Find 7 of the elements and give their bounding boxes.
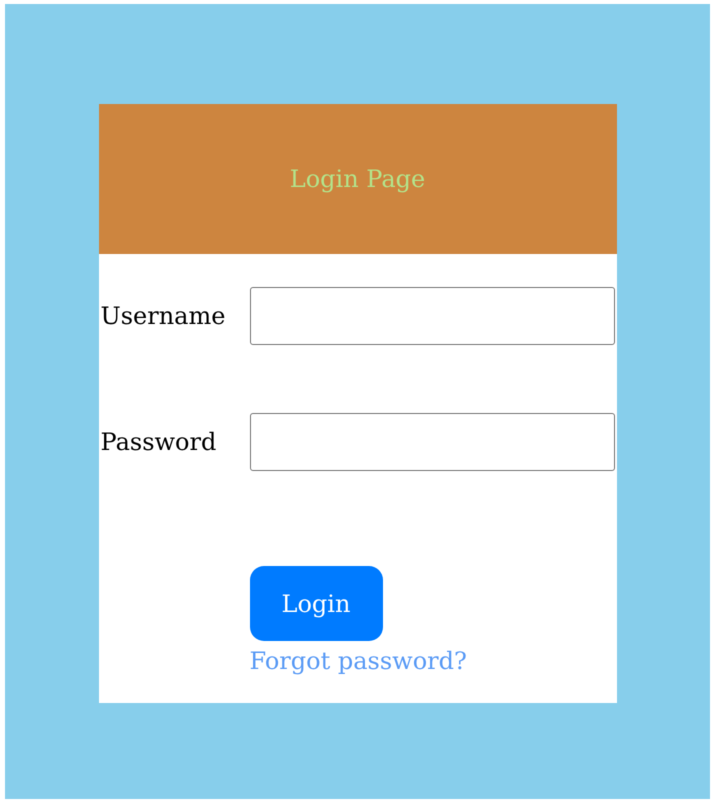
forgot-password-link[interactable]: Forgot password? xyxy=(250,647,467,675)
input-field[interactable] xyxy=(250,287,614,345)
login-button[interactable]: Login xyxy=(250,566,382,641)
field-label: Password xyxy=(100,428,216,456)
field-label: Username xyxy=(100,302,226,330)
input-field[interactable] xyxy=(250,413,614,471)
page-title: Login Page xyxy=(290,165,426,193)
